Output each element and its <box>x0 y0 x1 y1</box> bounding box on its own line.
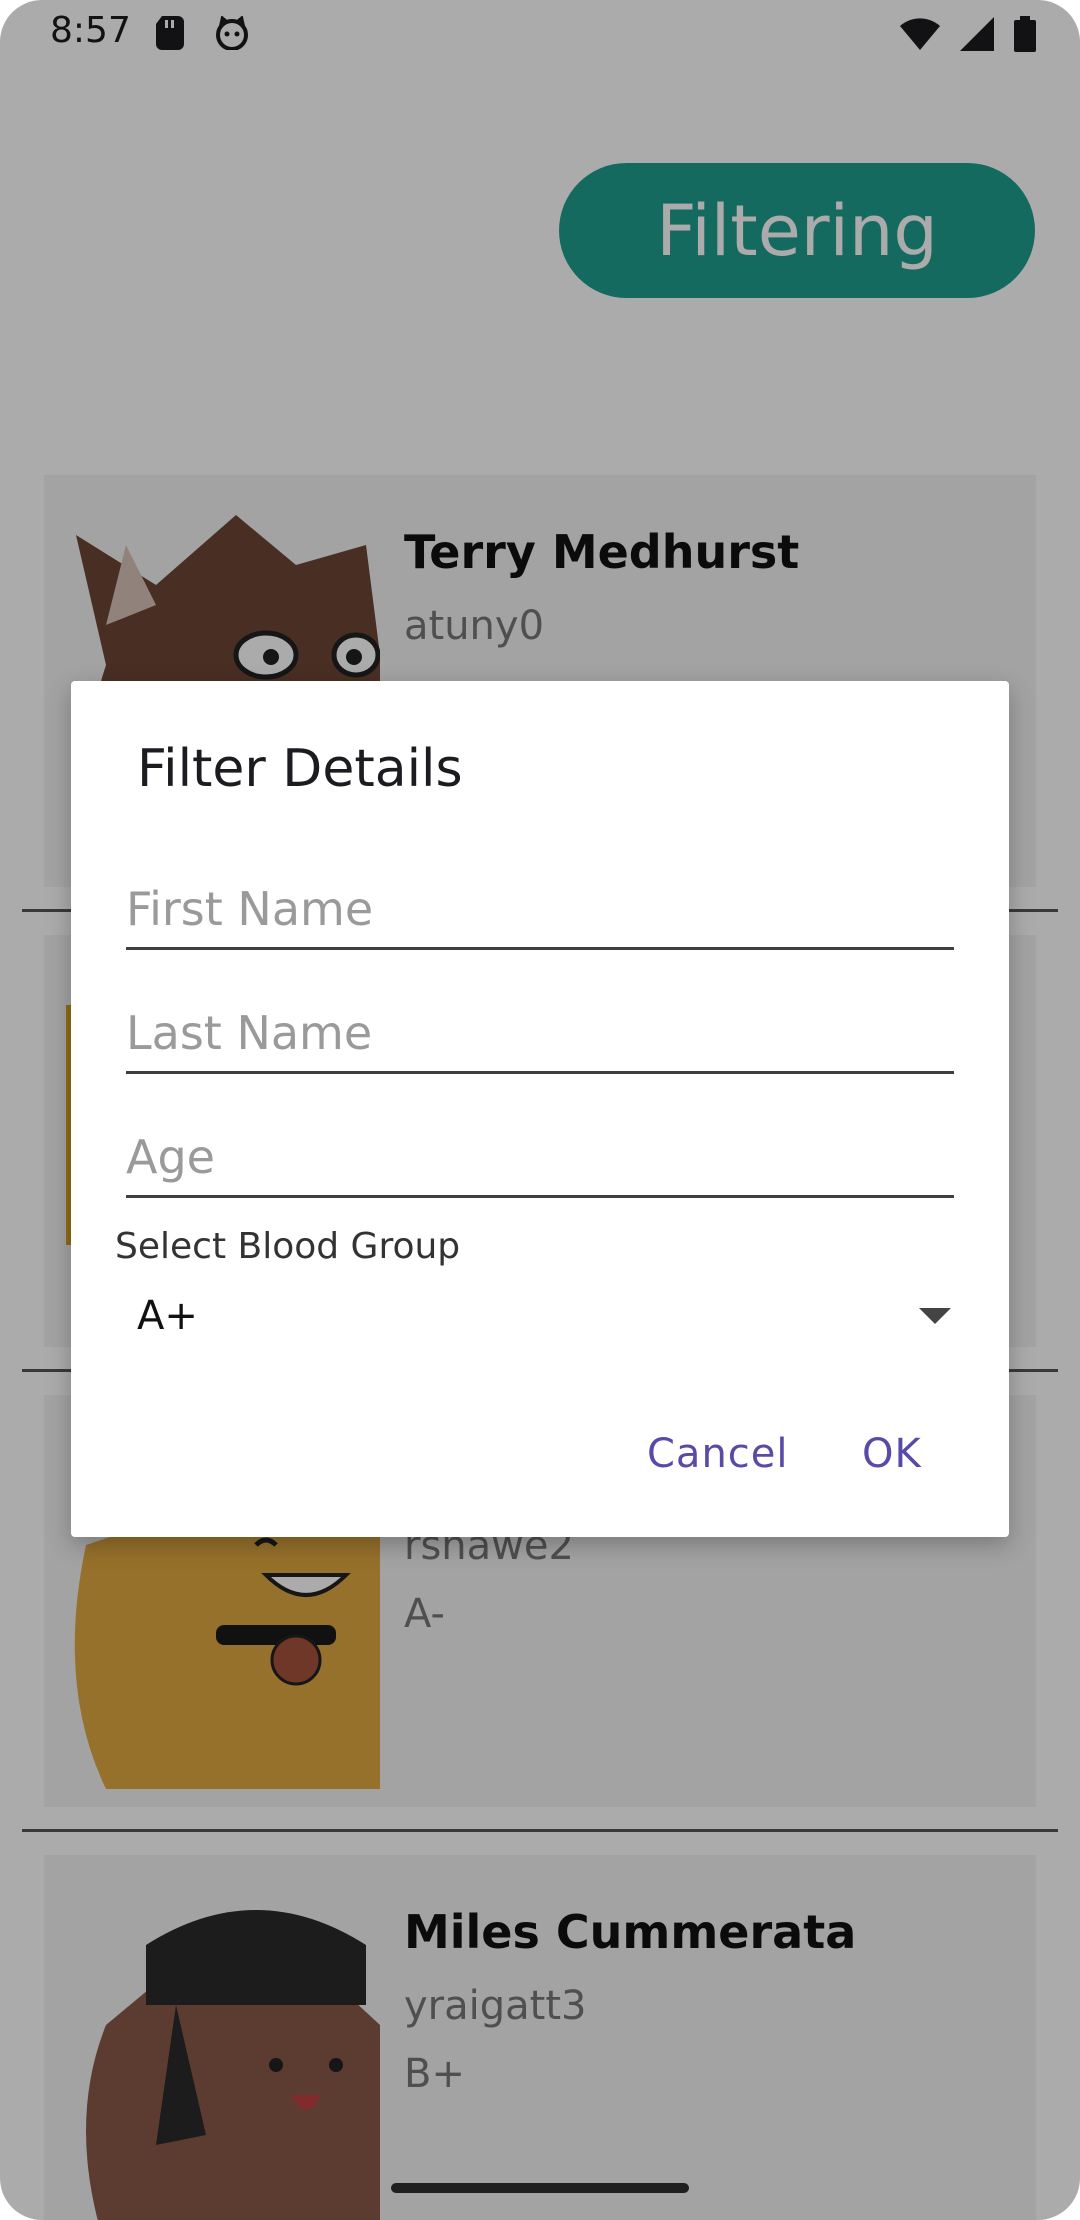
home-indicator[interactable] <box>391 2183 689 2193</box>
last-name-field <box>126 994 954 1074</box>
blood-group-select[interactable]: A+ <box>137 1281 977 1351</box>
age-input[interactable] <box>126 1118 954 1195</box>
age-field <box>126 1118 954 1198</box>
last-name-input[interactable] <box>126 994 954 1071</box>
blood-group-label: Select Blood Group <box>115 1226 461 1267</box>
dialog-title: Filter Details <box>137 739 463 799</box>
filter-dialog: Filter Details Select Blood Group A+ Can… <box>71 681 1009 1537</box>
ok-button[interactable]: OK <box>862 1431 922 1477</box>
first-name-input[interactable] <box>126 870 954 947</box>
first-name-field <box>126 870 954 950</box>
blood-group-value: A+ <box>137 1293 198 1339</box>
cancel-button[interactable]: Cancel <box>647 1431 789 1477</box>
dropdown-arrow-icon <box>919 1308 951 1324</box>
